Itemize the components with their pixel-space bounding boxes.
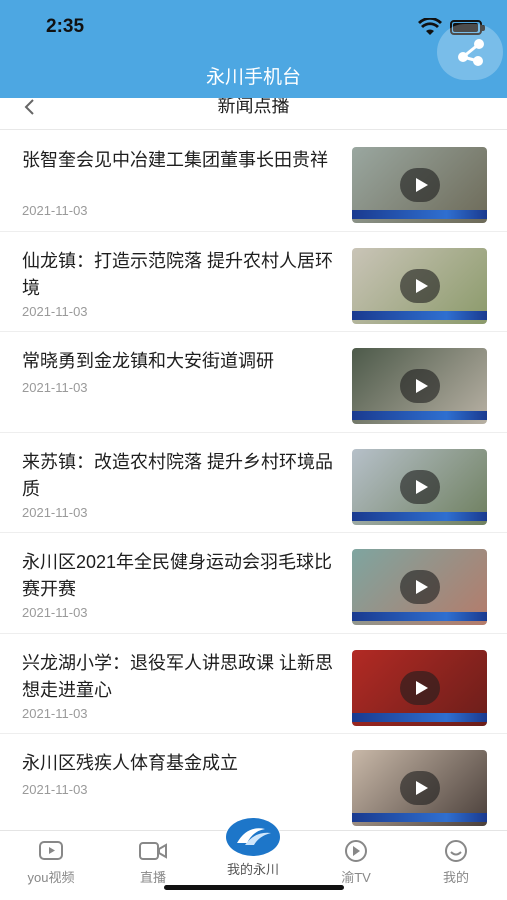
- play-icon[interactable]: [400, 469, 440, 504]
- play-icon[interactable]: [400, 168, 440, 202]
- news-thumbnail[interactable]: [352, 750, 487, 826]
- page-title: 新闻点播: [217, 98, 290, 116]
- share-icon: [458, 39, 484, 66]
- news-thumbnail[interactable]: [352, 549, 487, 625]
- play-icon[interactable]: [400, 570, 440, 604]
- news-item[interactable]: 仙龙镇：打造示范院落 提升农村人居环境 2021-11-03: [0, 232, 507, 332]
- news-thumbnail[interactable]: [352, 247, 487, 324]
- tab-live[interactable]: 直播: [113, 831, 193, 891]
- camera-icon: [139, 842, 167, 860]
- news-title: 兴龙湖小学：退役军人讲思政课 让新思想走进童心: [22, 652, 333, 700]
- tab-yu-tv[interactable]: 渝TV: [316, 831, 396, 891]
- news-thumbnail[interactable]: [352, 448, 487, 525]
- news-title: 常晓勇到金龙镇和大安街道调研: [22, 351, 274, 371]
- news-item[interactable]: 永川区2021年全民健身运动会羽毛球比赛开赛 2021-11-03: [0, 533, 507, 634]
- news-date: 2021-11-03: [22, 380, 88, 395]
- thumbnail-caption-strip: [352, 310, 487, 320]
- news-title: 张智奎会见中冶建工集团董事长田贵祥: [22, 150, 328, 170]
- news-list: 张智奎会见中冶建工集团董事长田贵祥 2021-11-03 仙龙镇：打造示范院落 提升…: [0, 131, 507, 835]
- thumbnail-caption-strip: [352, 813, 487, 822]
- thumbnail-caption-strip: [352, 511, 487, 521]
- news-item[interactable]: 常晓勇到金龙镇和大安街道调研 2021-11-03: [0, 332, 507, 433]
- app-header: 2:35 永川手机台: [0, 0, 507, 98]
- news-date: 2021-11-03: [22, 705, 88, 721]
- thumbnail-caption-strip: [352, 612, 487, 621]
- status-time: 2:35: [46, 16, 85, 37]
- tab-you-video[interactable]: you视频: [11, 831, 91, 891]
- news-thumbnail[interactable]: [352, 147, 487, 223]
- thumbnail-caption-strip: [352, 411, 487, 420]
- navbar: 新闻点播: [0, 98, 507, 130]
- home-indicator: [164, 885, 344, 890]
- play-icon[interactable]: [400, 369, 440, 403]
- tab-my-yongchuan[interactable]: 我的永川: [222, 817, 284, 891]
- app-title: 永川手机台: [205, 67, 301, 88]
- play-icon[interactable]: [400, 771, 440, 805]
- tab-label: 我的永川: [226, 862, 279, 877]
- news-title: 永川区残疾人体育基金成立: [22, 753, 238, 773]
- news-item[interactable]: 张智奎会见中冶建工集团董事长田贵祥 2021-11-03: [0, 131, 507, 232]
- news-date: 2021-11-03: [22, 782, 88, 797]
- tab-mine[interactable]: 我的: [416, 831, 496, 891]
- tv-play-icon: [345, 840, 367, 862]
- news-date: 2021-11-03: [22, 605, 88, 620]
- news-title: 来苏镇：改造农村院落 提升乡村环境品质: [22, 451, 333, 499]
- news-thumbnail[interactable]: [352, 649, 487, 726]
- tab-label: 直播: [139, 870, 166, 885]
- news-thumbnail[interactable]: [352, 348, 487, 424]
- video-icon: [39, 841, 63, 860]
- news-item[interactable]: 来苏镇：改造农村院落 提升乡村环境品质 2021-11-03: [0, 433, 507, 533]
- news-date: 2021-11-03: [22, 504, 88, 520]
- thumbnail-caption-strip: [352, 210, 487, 219]
- thumbnail-caption-strip: [352, 712, 487, 722]
- app-logo-icon: [225, 817, 281, 857]
- news-title: 仙龙镇：打造示范院落 提升农村人居环境: [22, 250, 333, 298]
- tab-label: 我的: [442, 870, 469, 885]
- news-date: 2021-11-03: [22, 303, 88, 319]
- tab-label: 渝TV: [341, 870, 371, 885]
- play-icon[interactable]: [400, 268, 440, 303]
- tab-label: you视频: [27, 870, 75, 885]
- share-button[interactable]: [437, 24, 503, 80]
- news-title: 永川区2021年全民健身运动会羽毛球比赛开赛: [22, 552, 333, 599]
- smile-icon: [445, 840, 467, 862]
- play-icon[interactable]: [400, 670, 440, 705]
- news-item[interactable]: 兴龙湖小学：退役军人讲思政课 让新思想走进童心 2021-11-03: [0, 634, 507, 734]
- wifi-icon: [418, 18, 442, 35]
- news-date: 2021-11-03: [22, 203, 88, 218]
